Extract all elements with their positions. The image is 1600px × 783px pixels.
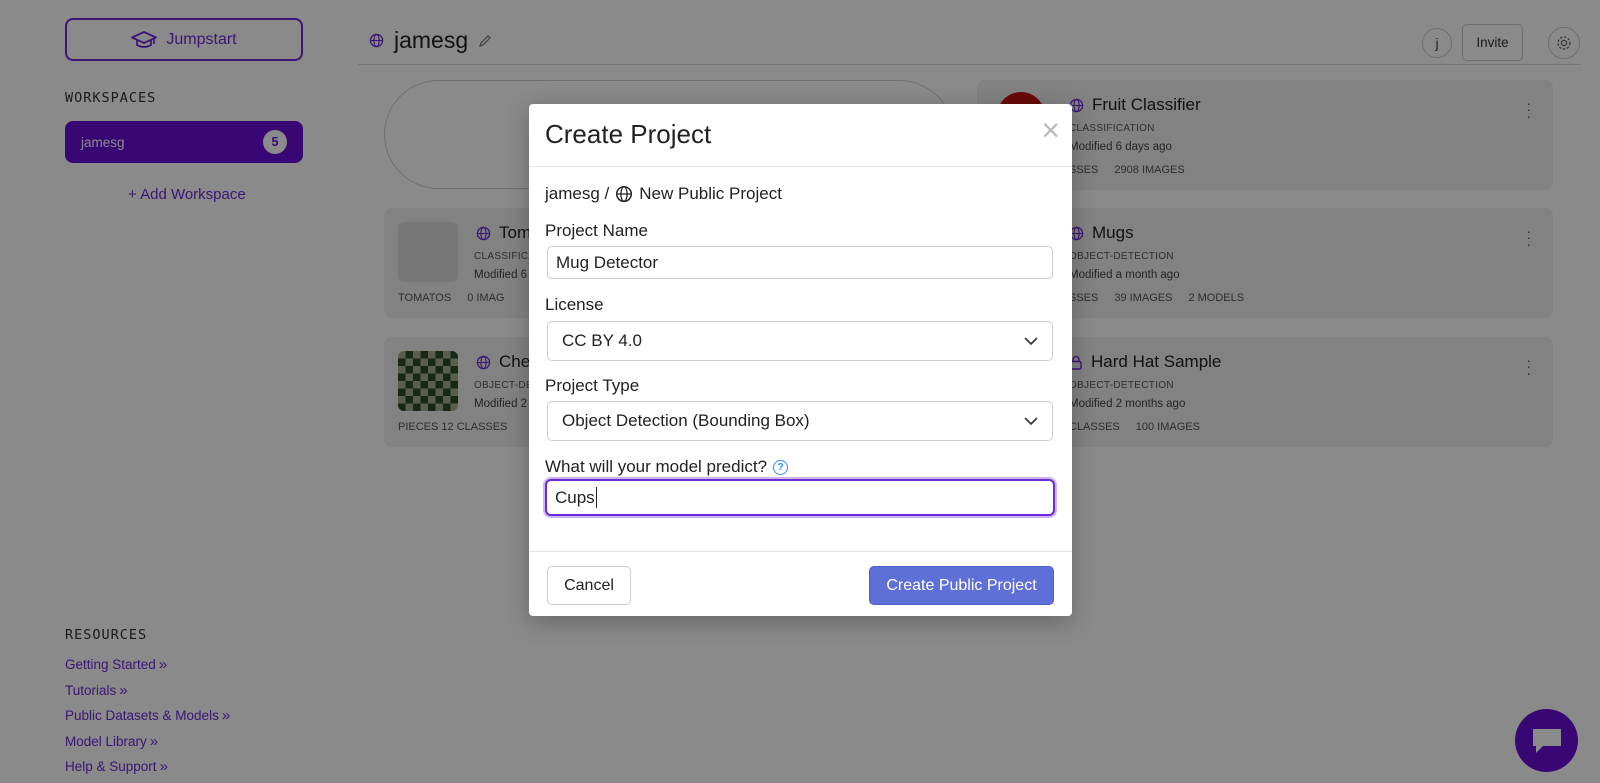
license-selected-value: CC BY 4.0	[562, 331, 643, 350]
breadcrumb: jamesg / New Public Project	[545, 184, 782, 204]
create-public-project-button[interactable]: Create Public Project	[869, 566, 1054, 605]
close-icon[interactable]: ×	[1041, 114, 1060, 146]
help-icon[interactable]: ?	[773, 459, 789, 475]
project-name-input[interactable]	[547, 246, 1053, 279]
dialog-header: Create Project ×	[529, 104, 1072, 167]
predict-label: What will your model predict?	[545, 457, 768, 476]
project-type-select[interactable]: Object Detection (Bounding Box)	[547, 401, 1053, 441]
project-type-label: Project Type	[545, 376, 640, 395]
dialog-title: Create Project	[545, 119, 712, 149]
license-select[interactable]: CC BY 4.0	[547, 321, 1053, 361]
chevron-down-icon	[1024, 416, 1038, 425]
predict-input-value: Cups	[555, 487, 595, 507]
globe-icon	[616, 185, 633, 203]
chevron-down-icon	[1024, 336, 1038, 345]
project-type-selected-value: Object Detection (Bounding Box)	[562, 411, 810, 430]
dialog-footer: Cancel Create Public Project	[529, 551, 1072, 616]
predict-label-row: What will your model predict? ?	[545, 457, 789, 477]
cancel-button[interactable]: Cancel	[547, 566, 631, 605]
predict-input[interactable]: Cups	[545, 479, 1055, 516]
create-project-dialog: Create Project × jamesg / New Public Pro…	[529, 104, 1072, 616]
project-name-label: Project Name	[545, 221, 648, 240]
text-cursor	[595, 487, 597, 508]
breadcrumb-project: New Public Project	[639, 184, 782, 203]
breadcrumb-workspace: jamesg /	[545, 184, 610, 203]
license-label: License	[545, 295, 604, 314]
